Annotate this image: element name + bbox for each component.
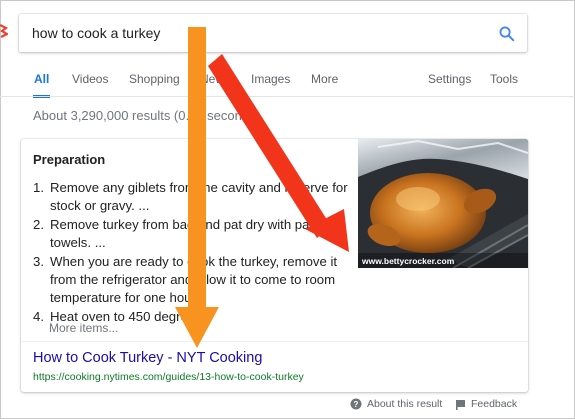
tab-images[interactable]: Images xyxy=(251,62,290,98)
tab-settings[interactable]: Settings xyxy=(428,62,471,98)
step-number: 4. xyxy=(33,309,44,324)
tabs-divider xyxy=(0,96,575,97)
more-items-link[interactable]: More items... xyxy=(49,321,118,335)
about-this-result-link[interactable]: ? About this result xyxy=(350,398,442,410)
list-item: 3. When you are ready to cook the turkey… xyxy=(33,253,358,307)
search-button[interactable] xyxy=(495,22,517,44)
featured-snippet-card: Preparation 1. Remove any giblets from t… xyxy=(21,139,528,392)
search-icon xyxy=(499,26,514,41)
result-title-link[interactable]: How to Cook Turkey - NYT Cooking xyxy=(33,350,262,366)
question-circle-icon: ? xyxy=(350,398,362,410)
about-this-result-label: About this result xyxy=(367,398,443,410)
step-number: 2. xyxy=(33,217,44,232)
tab-all[interactable]: All xyxy=(33,62,51,98)
tab-shopping[interactable]: Shopping xyxy=(129,62,180,98)
search-box xyxy=(19,14,527,52)
tab-more[interactable]: More xyxy=(311,62,338,98)
step-text: Remove turkey from bag and pat dry with … xyxy=(50,217,329,250)
svg-text:?: ? xyxy=(354,400,359,409)
snippet-image[interactable]: www.bettycrocker.com xyxy=(358,139,528,268)
step-text: When you are ready to cook the turkey, r… xyxy=(50,254,338,305)
feedback-link[interactable]: Feedback xyxy=(455,398,517,410)
list-item: 2. Remove turkey from bag and pat dry wi… xyxy=(33,216,358,252)
tab-news[interactable]: News xyxy=(200,62,230,98)
result-url: https://cooking.nytimes.com/guides/13-ho… xyxy=(33,371,304,383)
search-input[interactable] xyxy=(32,14,472,52)
tab-videos[interactable]: Videos xyxy=(72,62,108,98)
step-text: Remove any giblets from the cavity and r… xyxy=(50,180,348,213)
snippet-title: Preparation xyxy=(33,152,106,167)
step-number: 1. xyxy=(33,180,44,195)
tab-tools[interactable]: Tools xyxy=(490,62,518,98)
search-tabs: All Videos Shopping News Images More Set… xyxy=(0,62,575,98)
result-stats: About 3,290,000 results (0.81 seconds) xyxy=(33,108,260,123)
google-logo-fragment[interactable] xyxy=(0,22,8,46)
step-number: 3. xyxy=(33,254,44,269)
snippet-steps-list: 1. Remove any giblets from the cavity an… xyxy=(33,179,358,327)
list-item: 1. Remove any giblets from the cavity an… xyxy=(33,179,358,215)
roast-turkey-image xyxy=(358,139,528,268)
feedback-label: Feedback xyxy=(471,398,518,410)
card-divider xyxy=(21,341,528,342)
image-source-caption: www.bettycrocker.com xyxy=(362,256,455,266)
feedback-flag-icon xyxy=(456,399,465,410)
